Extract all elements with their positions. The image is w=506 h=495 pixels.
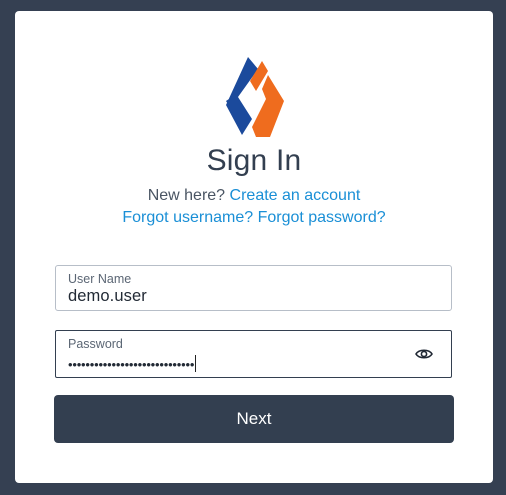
username-input-value[interactable]: demo.user xyxy=(68,287,147,306)
forgot-links-line: Forgot username? Forgot password? xyxy=(15,209,493,227)
company-logo xyxy=(226,57,284,137)
username-label: User Name xyxy=(68,272,132,286)
password-label: Password xyxy=(68,337,123,351)
password-dots: ••••••••••••••••••••••••••••• xyxy=(68,357,195,372)
next-button[interactable]: Next xyxy=(54,395,454,443)
new-account-line: New here? Create an account xyxy=(15,187,493,205)
password-input-value[interactable]: ••••••••••••••••••••••••••••• xyxy=(68,355,197,372)
forgot-username-link[interactable]: Forgot username? xyxy=(122,209,253,226)
password-field[interactable]: Password ••••••••••••••••••••••••••••• xyxy=(55,330,452,378)
sign-in-card: Sign In New here? Create an account Forg… xyxy=(15,11,493,483)
text-caret xyxy=(195,355,197,372)
page-title: Sign In xyxy=(206,144,302,177)
new-here-text: New here? xyxy=(147,187,226,204)
forgot-password-link[interactable]: Forgot password? xyxy=(258,209,386,226)
eye-icon[interactable] xyxy=(415,347,433,361)
username-field[interactable]: User Name demo.user xyxy=(55,265,452,311)
create-account-link[interactable]: Create an account xyxy=(230,187,361,204)
